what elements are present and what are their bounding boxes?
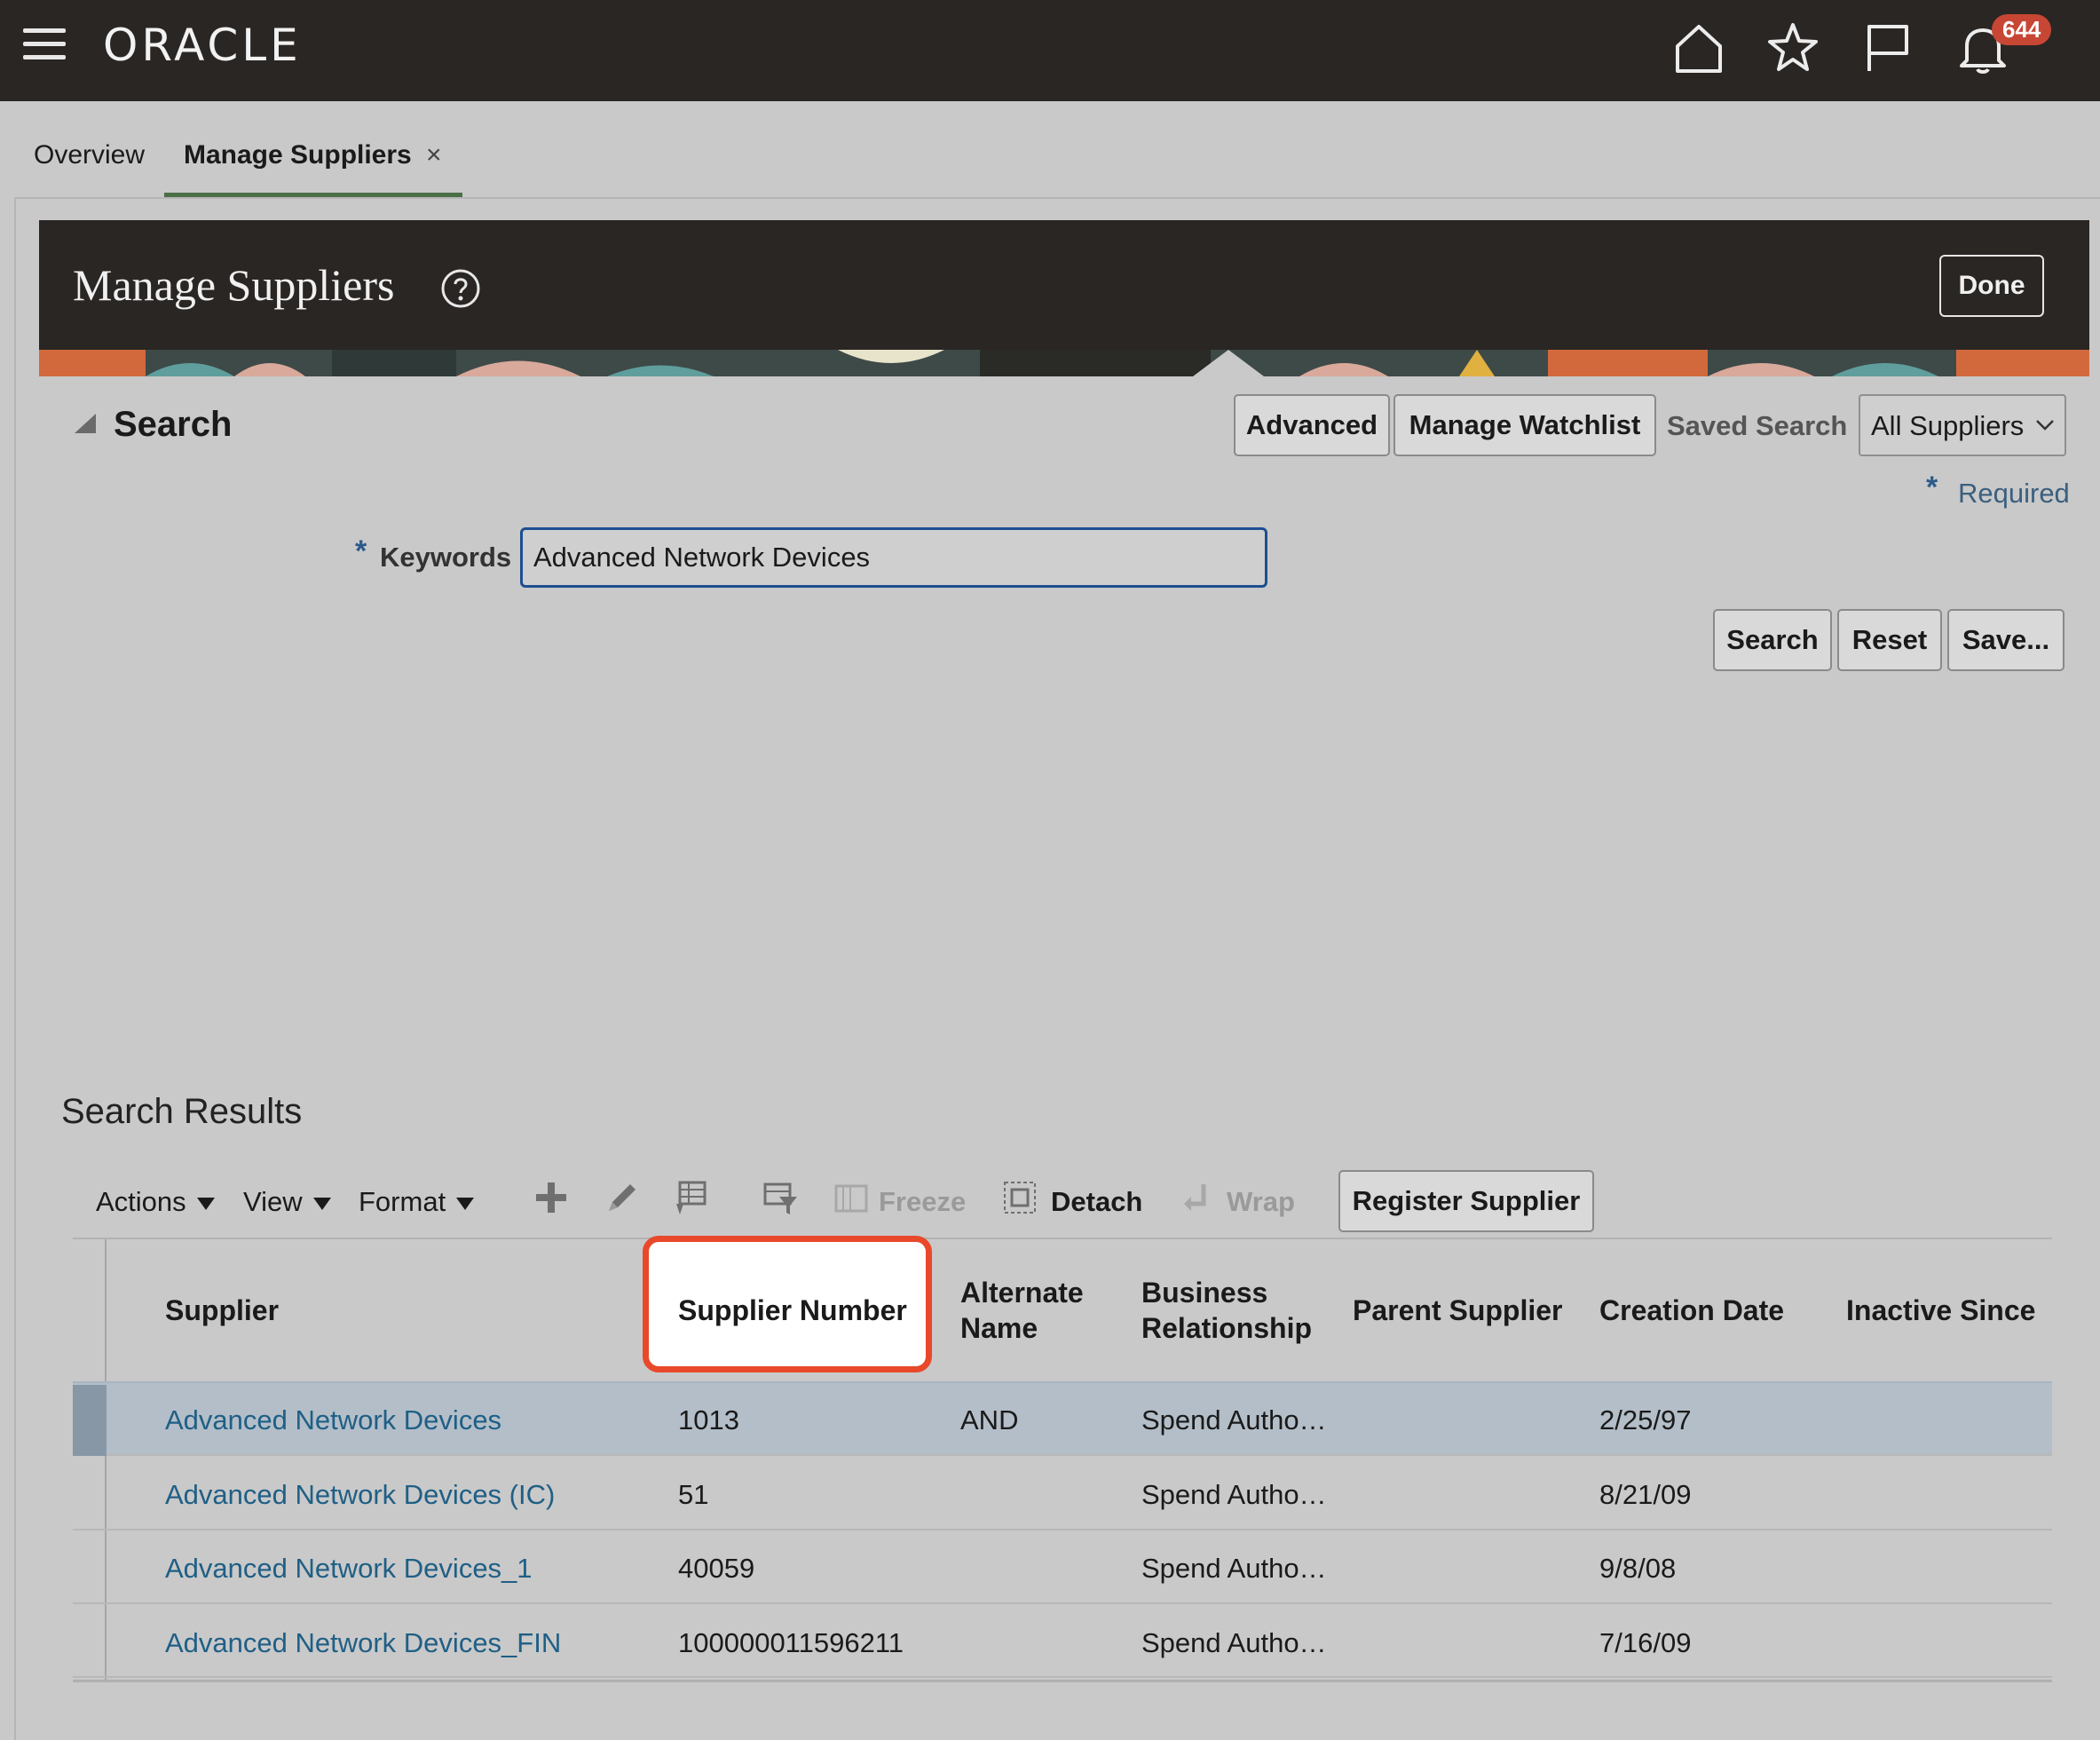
column-header-creation-date[interactable]: Creation Date [1599, 1293, 1784, 1328]
view-menu[interactable]: View [243, 1186, 331, 1218]
business-relationship-cell: Spend Autho… [1141, 1479, 1327, 1510]
column-header-inactive-since[interactable]: Inactive Since [1846, 1293, 2035, 1328]
wrap-icon[interactable] [1177, 1177, 1218, 1218]
required-legend: Required [1958, 478, 2070, 509]
caret-down-icon [196, 1197, 215, 1210]
column-header-business-relationship-line2: Relationship [1141, 1312, 1313, 1344]
saved-search-select[interactable]: All Suppliers [1859, 394, 2066, 456]
hamburger-menu-icon[interactable] [23, 28, 67, 64]
decorative-banner [39, 350, 2089, 376]
format-label: Format [359, 1186, 446, 1217]
supplier-link[interactable]: Advanced Network Devices (IC) [165, 1479, 555, 1511]
caret-down-icon [312, 1197, 331, 1210]
page-header: Manage Suppliers Done [39, 220, 2089, 376]
supplier-number-cell: 40059 [678, 1553, 755, 1584]
supplier-link[interactable]: Advanced Network Devices [165, 1404, 501, 1436]
close-tab-icon[interactable]: × [426, 140, 442, 170]
freeze-button[interactable]: Freeze [879, 1186, 966, 1218]
star-icon[interactable] [1764, 20, 1821, 76]
required-asterisk: * [1926, 471, 1938, 504]
column-header-business-relationship[interactable]: Business Relationship [1141, 1275, 1312, 1346]
business-relationship-cell: Spend Autho… [1141, 1627, 1327, 1658]
wrap-button[interactable]: Wrap [1227, 1186, 1295, 1218]
manage-watchlist-button[interactable]: Manage Watchlist [1393, 394, 1656, 456]
column-header-alternate-name-line1: Alternate [960, 1277, 1084, 1309]
business-relationship-cell: Spend Autho… [1141, 1553, 1327, 1584]
save-button[interactable]: Save... [1947, 609, 2064, 671]
collapse-triangle-icon[interactable] [73, 412, 98, 435]
tab-overview[interactable]: Overview [34, 140, 145, 170]
register-supplier-button[interactable]: Register Supplier [1338, 1170, 1594, 1232]
creation-date-cell: 8/21/09 [1599, 1479, 1692, 1510]
edit-pencil-icon[interactable] [602, 1177, 643, 1218]
column-header-supplier-number[interactable]: Supplier Number [678, 1293, 907, 1328]
column-header-supplier[interactable]: Supplier [165, 1293, 279, 1328]
saved-search-label: Saved Search [1667, 410, 1848, 441]
flag-icon[interactable] [1859, 20, 1915, 76]
creation-date-cell: 9/8/08 [1599, 1553, 1677, 1584]
help-icon[interactable] [440, 268, 481, 309]
tab-strip: Overview Manage Suppliers × [0, 101, 2100, 199]
caret-down-icon [456, 1197, 475, 1210]
done-button[interactable]: Done [1939, 255, 2044, 317]
business-relationship-cell: Spend Autho… [1141, 1404, 1327, 1436]
view-label: View [243, 1186, 303, 1217]
search-button[interactable]: Search [1713, 609, 1832, 671]
detach-icon[interactable] [999, 1177, 1040, 1218]
query-by-example-icon[interactable] [671, 1177, 712, 1218]
row-selected-indicator [73, 1385, 107, 1456]
creation-date-cell: 2/25/97 [1599, 1404, 1692, 1436]
column-header-business-relationship-line1: Business [1141, 1277, 1268, 1309]
supplier-link[interactable]: Advanced Network Devices_FIN [165, 1627, 561, 1659]
page-title: Manage Suppliers [73, 260, 395, 310]
notification-badge: 644 [1992, 14, 2052, 45]
detach-button[interactable]: Detach [1051, 1186, 1142, 1218]
freeze-icon[interactable] [831, 1177, 872, 1218]
keywords-input[interactable]: Advanced Network Devices [520, 527, 1267, 588]
global-header: ORACLE 644 [0, 0, 2100, 101]
chevron-down-icon [2036, 420, 2054, 431]
supplier-link[interactable]: Advanced Network Devices_1 [165, 1553, 533, 1585]
reset-button[interactable]: Reset [1837, 609, 1942, 671]
column-header-parent-supplier[interactable]: Parent Supplier [1353, 1293, 1563, 1328]
search-section-title: Search [114, 405, 233, 444]
actions-menu[interactable]: Actions [96, 1186, 215, 1218]
supplier-number-cell: 1013 [678, 1404, 739, 1436]
column-header-alternate-name[interactable]: Alternate Name [960, 1275, 1084, 1346]
search-results-title: Search Results [61, 1092, 303, 1131]
format-menu[interactable]: Format [359, 1186, 475, 1218]
actions-label: Actions [96, 1186, 186, 1217]
supplier-number-cell: 51 [678, 1479, 709, 1510]
filter-columns-icon[interactable] [760, 1177, 801, 1218]
keywords-required-asterisk: * [355, 534, 367, 568]
creation-date-cell: 7/16/09 [1599, 1627, 1692, 1658]
keywords-label: Keywords [380, 542, 512, 573]
alternate-name-cell: AND [960, 1404, 1019, 1436]
table-bottom-border [73, 1680, 2052, 1682]
column-header-alternate-name-line2: Name [960, 1312, 1038, 1344]
supplier-number-cell: 100000011596211 [678, 1627, 904, 1658]
tab-manage-suppliers[interactable]: Manage Suppliers [184, 140, 412, 170]
oracle-logo: ORACLE [103, 20, 302, 71]
add-icon[interactable] [531, 1177, 572, 1218]
home-icon[interactable] [1670, 20, 1727, 76]
advanced-button[interactable]: Advanced [1234, 394, 1390, 456]
saved-search-value: All Suppliers [1871, 410, 2025, 441]
